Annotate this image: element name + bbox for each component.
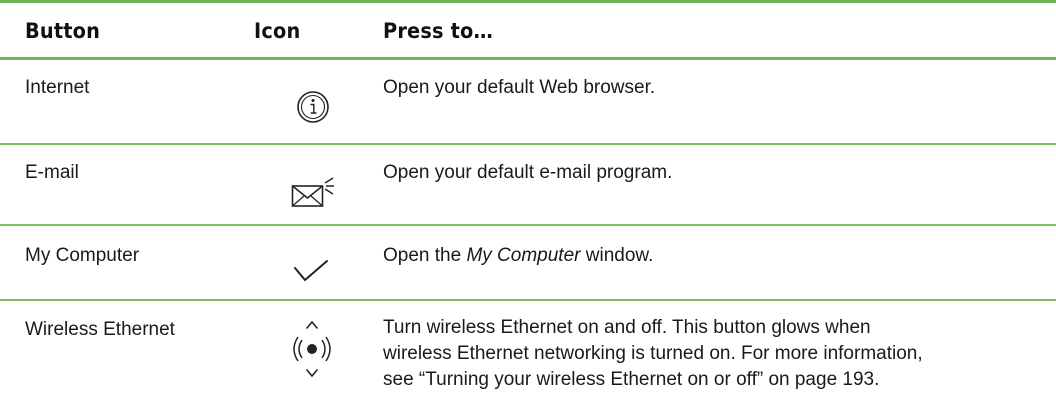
row-button-label: Internet [25,77,90,98]
row-description: Open the My Computer window. [383,243,1043,269]
header-rule [0,57,1056,60]
desc-text: Open the [383,245,467,266]
row-description: Open your default Web browser. [383,77,656,98]
desc-italic-text: My Computer [466,245,581,266]
desc-line: Turn wireless Ethernet on and off. This … [383,317,871,338]
checkmark-icon [293,258,329,284]
desc-line: wireless Ethernet networking is turned o… [383,343,923,364]
wireless-signal-icon [293,313,331,383]
row-rule [0,224,1056,226]
row-button-label: My Computer [25,245,140,266]
row-rule [0,143,1056,145]
table-top-rule [0,0,1056,3]
info-circle-icon [296,87,330,127]
envelope-icon [291,174,335,210]
row-button-label: Wireless Ethernet [25,319,175,340]
row-description: Turn wireless Ethernet on and off. This … [383,315,1043,393]
desc-line: see “Turning your wireless Ethernet on o… [383,369,880,390]
desc-text: window. [580,245,654,266]
header-button: Button [25,19,101,43]
row-rule [0,299,1056,301]
row-description: Open your default e-mail program. [383,162,673,183]
header-press-to: Press to… [383,19,494,43]
row-button-label: E-mail [25,162,79,183]
header-icon: Icon [254,19,301,43]
